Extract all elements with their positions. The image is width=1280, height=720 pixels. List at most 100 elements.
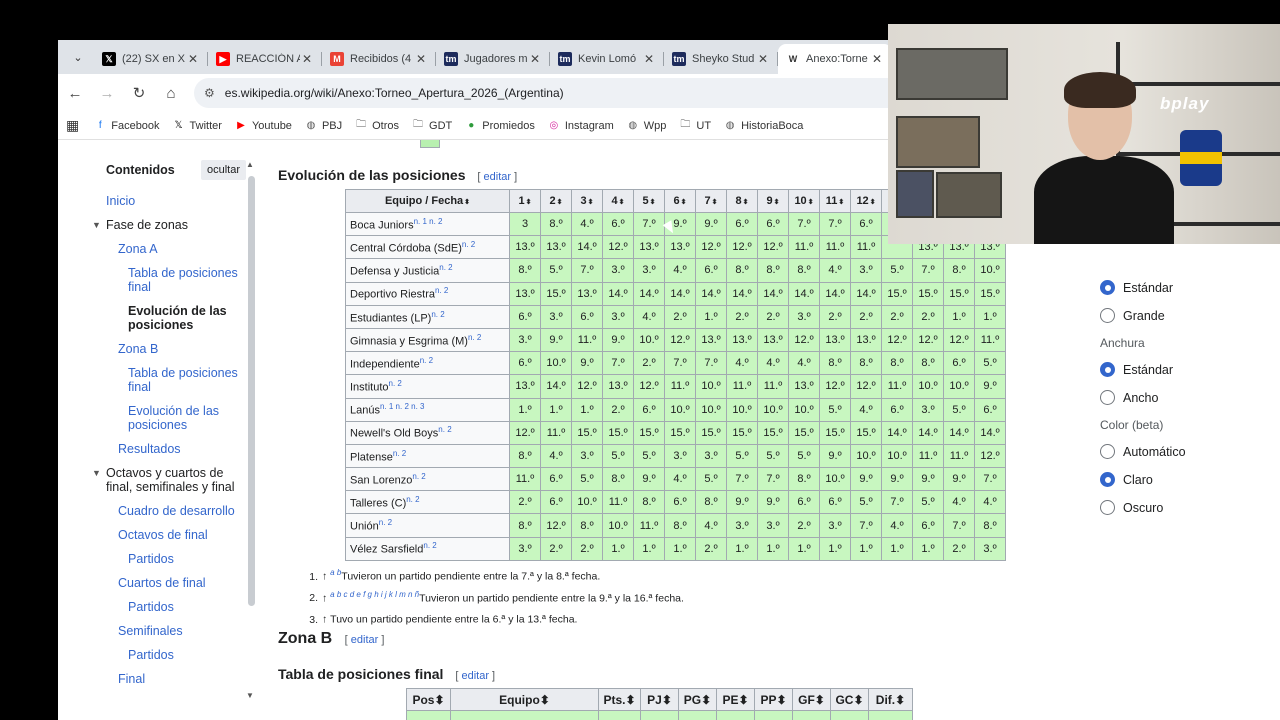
radio-button[interactable] xyxy=(1100,444,1115,459)
sort-icon[interactable]: ⬍ xyxy=(870,199,876,206)
sort-icon[interactable]: ⬍ xyxy=(774,199,780,206)
bookmark-facebook[interactable]: f Facebook xyxy=(93,119,160,133)
tab-search-button[interactable]: ⌄ xyxy=(64,43,92,71)
back-arrow-icon[interactable]: ↑ xyxy=(322,614,330,626)
toc-item[interactable]: Tabla de posiciones final xyxy=(106,266,246,294)
close-tab-icon[interactable]: ✕ xyxy=(186,52,200,66)
radio-option[interactable]: Automático xyxy=(1100,444,1250,459)
sort-icon[interactable]: ⬍ xyxy=(853,693,863,707)
back-arrow-icon[interactable]: ↑ xyxy=(322,571,330,583)
toc-item[interactable]: Partidos xyxy=(106,600,246,614)
radio-option[interactable]: Claro xyxy=(1100,472,1250,487)
note-ref[interactable]: n. 2 xyxy=(420,356,433,365)
toc-item[interactable]: Final xyxy=(106,672,246,686)
sort-icon[interactable]: ⬍ xyxy=(619,199,625,206)
toc-item[interactable]: Resultados xyxy=(106,442,246,456)
radio-button[interactable] xyxy=(1100,308,1115,323)
bookmark-twitter[interactable]: 𝕏 Twitter xyxy=(172,119,222,133)
radio-button[interactable] xyxy=(1100,280,1115,295)
column-header[interactable]: GF⬍ xyxy=(792,688,831,711)
team-name[interactable]: Talleres (C) xyxy=(350,498,406,510)
scroll-down-icon[interactable]: ▼ xyxy=(246,691,254,700)
bookmark-ut[interactable]: 🗀 UT xyxy=(678,119,711,133)
column-header-date[interactable]: 12⬍ xyxy=(850,189,882,213)
chevron-down-icon[interactable]: ▼ xyxy=(92,466,101,480)
toc-item[interactable]: Cuartos de final xyxy=(106,576,246,590)
radio-option[interactable]: Oscuro xyxy=(1100,500,1250,515)
forward-button[interactable]: → xyxy=(92,78,122,108)
column-header-date[interactable]: 10⬍ xyxy=(788,189,820,213)
note-ref[interactable]: n. 2 xyxy=(439,263,452,272)
sort-icon[interactable]: ⬍ xyxy=(650,199,656,206)
close-tab-icon[interactable]: ✕ xyxy=(642,52,656,66)
column-header[interactable]: Pts.⬍ xyxy=(598,688,641,711)
note-ref[interactable]: n. 2 xyxy=(435,286,448,295)
note-ref[interactable]: n. 2 xyxy=(438,425,451,434)
toc-item[interactable]: Evolución de las posiciones xyxy=(106,404,246,432)
column-header-date[interactable]: 8⬍ xyxy=(726,189,758,213)
scrollbar-thumb[interactable] xyxy=(248,176,255,606)
sort-icon[interactable]: ⬍ xyxy=(738,693,748,707)
note-ref[interactable]: n. 2 xyxy=(423,541,436,550)
note-ref[interactable]: n. 2 xyxy=(462,240,475,249)
sort-icon[interactable]: ⬍ xyxy=(815,693,825,707)
bookmark-historiaboca[interactable]: ◍ HistoriaBoca xyxy=(723,119,804,133)
close-tab-icon[interactable]: ✕ xyxy=(300,52,314,66)
team-name[interactable]: Instituto xyxy=(350,382,389,394)
sort-icon[interactable]: ⬍ xyxy=(838,199,844,206)
sort-icon[interactable]: ⬍ xyxy=(701,693,711,707)
radio-button[interactable] xyxy=(1100,390,1115,405)
bookmark-promiedos[interactable]: ● Promiedos xyxy=(464,119,535,133)
toc-item[interactable]: Partidos xyxy=(106,648,246,662)
team-name[interactable]: Boca Juniors xyxy=(350,219,414,231)
toc-item[interactable]: Tabla de posiciones final xyxy=(106,366,246,394)
backlinks[interactable]: a b c d e f g h i j k l m n ñ xyxy=(330,590,419,599)
team-name[interactable]: San Lorenzo xyxy=(350,474,412,486)
column-header[interactable]: Dif.⬍ xyxy=(868,688,913,711)
team-name[interactable]: Newell's Old Boys xyxy=(350,428,438,440)
toc-item[interactable]: Evolución de las posiciones xyxy=(106,304,246,332)
sort-icon[interactable]: ⬍ xyxy=(526,199,532,206)
toc-item[interactable]: ▼ Octavos y cuartos de final, semifinales… xyxy=(92,466,246,494)
browser-tab[interactable]: tm Jugadores m ✕ xyxy=(436,44,550,74)
back-arrow-icon[interactable]: ↑ xyxy=(322,592,330,604)
column-header[interactable]: GC⬍ xyxy=(830,688,869,711)
column-header[interactable]: PG⬍ xyxy=(678,688,717,711)
toc-item[interactable]: Zona B xyxy=(106,342,246,356)
note-ref[interactable]: n. 2 xyxy=(393,449,406,458)
column-header-date[interactable]: 5⬍ xyxy=(633,189,665,213)
sort-icon[interactable]: ⬍ xyxy=(743,199,749,206)
note-ref[interactable]: n. 2 xyxy=(468,333,481,342)
edit-link[interactable]: editar xyxy=(484,171,512,183)
column-header-team[interactable]: Equipo / Fecha⬍ xyxy=(345,189,510,213)
radio-option[interactable]: Grande xyxy=(1100,308,1250,323)
sort-icon[interactable]: ⬍ xyxy=(434,693,444,707)
column-header[interactable]: Equipo⬍ xyxy=(450,688,599,711)
sort-icon[interactable]: ⬍ xyxy=(895,693,905,707)
note-ref[interactable]: n. 2 xyxy=(412,472,425,481)
note-ref[interactable]: n. 1 n. 2 xyxy=(414,217,443,226)
toc-item[interactable]: Inicio xyxy=(106,194,246,208)
bookmark-wpp[interactable]: ◍ Wpp xyxy=(626,119,666,133)
browser-tab[interactable]: M Recibidos (4 ✕ xyxy=(322,44,436,74)
sort-icon[interactable]: ⬍ xyxy=(557,199,563,206)
close-tab-icon[interactable]: ✕ xyxy=(528,52,542,66)
note-ref[interactable]: n. 2 xyxy=(389,379,402,388)
radio-button[interactable] xyxy=(1100,472,1115,487)
team-name[interactable]: Independiente xyxy=(350,359,420,371)
toc-item[interactable]: Partidos xyxy=(106,552,246,566)
team-name[interactable]: Vélez Sarsfield xyxy=(350,544,423,556)
team-name[interactable]: Platense xyxy=(350,451,393,463)
toc-item[interactable]: ▼ Fase de zonas xyxy=(92,218,246,232)
radio-option[interactable]: Ancho xyxy=(1100,390,1250,405)
radio-option[interactable]: Estándar xyxy=(1100,362,1250,377)
back-button[interactable]: ← xyxy=(60,78,90,108)
bookmark-youtube[interactable]: ▶ Youtube xyxy=(234,119,292,133)
toc-hide-button[interactable]: ocultar xyxy=(200,160,246,180)
sort-icon[interactable]: ⬍ xyxy=(625,693,635,707)
close-tab-icon[interactable]: ✕ xyxy=(870,52,884,66)
column-header-date[interactable]: 3⬍ xyxy=(571,189,603,213)
column-header[interactable]: PP⬍ xyxy=(754,688,793,711)
zona-b-table-edit-link[interactable]: editar xyxy=(461,670,489,682)
column-header[interactable]: PE⬍ xyxy=(716,688,755,711)
